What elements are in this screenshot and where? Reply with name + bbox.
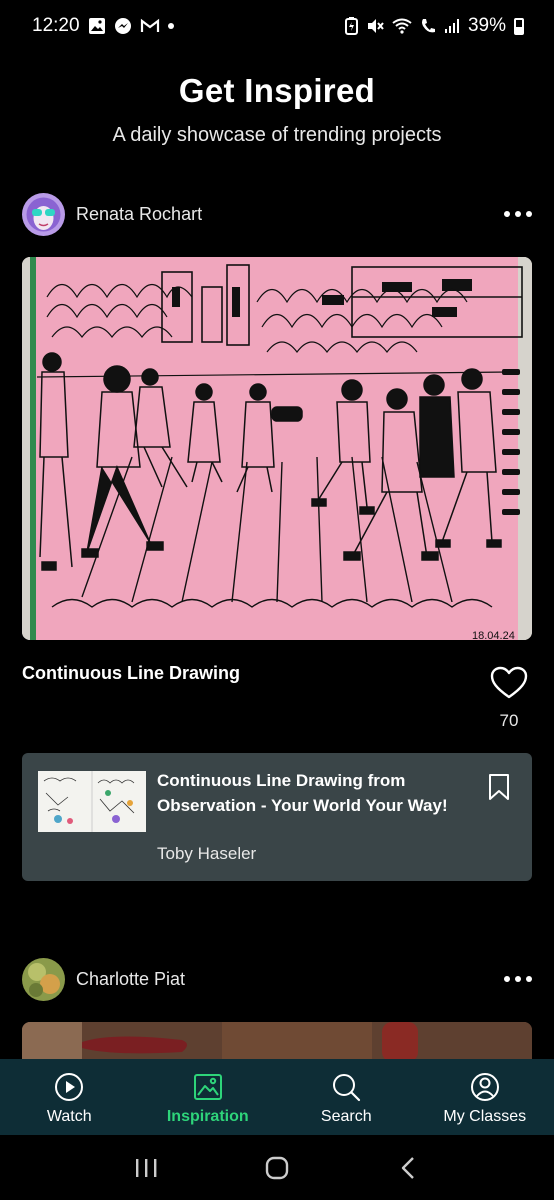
battery-icon <box>514 17 524 35</box>
status-right: 39% <box>344 15 524 37</box>
signal-icon <box>444 19 459 33</box>
page-header: Get Inspired A daily showcase of trendin… <box>0 72 554 147</box>
project-title[interactable]: Continuous Line Drawing <box>22 663 240 684</box>
dot-icon <box>526 211 532 217</box>
artwork-date: 18.04.24 <box>472 630 515 640</box>
author-name[interactable]: Charlotte Piat <box>76 969 185 990</box>
messenger-notification-icon <box>114 18 131 34</box>
status-time: 12:20 <box>32 15 80 36</box>
nav-my-classes[interactable]: My Classes <box>416 1059 554 1135</box>
author-avatar[interactable] <box>22 192 65 236</box>
dot-icon <box>515 976 521 982</box>
class-teacher: Toby Haseler <box>157 844 257 863</box>
battery-percent: 39% <box>467 15 506 36</box>
mute-icon <box>367 19 384 33</box>
gmail-notification-icon <box>140 18 159 32</box>
bookmark-icon <box>489 774 509 800</box>
system-navigation-bar <box>0 1135 554 1200</box>
nav-label: Watch <box>46 1108 92 1125</box>
home-icon <box>265 1156 289 1179</box>
project-artwork-image[interactable]: 18.04.24 <box>22 257 532 640</box>
nav-label: My Classes <box>443 1108 527 1125</box>
image-icon <box>193 1074 222 1100</box>
post-header: Renata Rochart <box>22 192 532 236</box>
search-icon <box>333 1074 361 1102</box>
author-name[interactable]: Renata Rochart <box>76 204 202 225</box>
class-title[interactable]: Continuous Line Drawing from Observation… <box>157 768 457 818</box>
nav-inspiration[interactable]: Inspiration <box>139 1059 278 1135</box>
dot-icon <box>504 976 510 982</box>
battery-saver-icon <box>344 17 358 35</box>
page-title: Get Inspired <box>178 72 376 109</box>
nav-search[interactable]: Search <box>277 1059 416 1135</box>
back-button[interactable] <box>388 1148 428 1188</box>
home-button[interactable] <box>257 1148 297 1188</box>
post-header: Charlotte Piat <box>22 957 532 1001</box>
back-chevron-icon <box>402 1156 415 1179</box>
more-options-button[interactable] <box>504 968 532 990</box>
gallery-notification-icon <box>88 18 105 34</box>
author-avatar[interactable] <box>22 957 65 1001</box>
page-subtitle: A daily showcase of trending projects <box>112 124 442 146</box>
dot-icon <box>515 211 521 217</box>
bookmark-button[interactable] <box>488 773 510 806</box>
project-artwork-image[interactable] <box>22 1022 532 1062</box>
status-bar: 12:20 39% <box>0 0 554 52</box>
dot-icon <box>526 976 532 982</box>
heart-icon <box>490 666 528 699</box>
status-left: 12:20 <box>32 15 174 37</box>
class-card[interactable]: Continuous Line Drawing from Observation… <box>22 753 532 881</box>
dot-icon <box>504 211 510 217</box>
recent-apps-icon <box>135 1158 157 1177</box>
more-options-button[interactable] <box>504 203 532 225</box>
recent-apps-button[interactable] <box>126 1148 166 1188</box>
profile-icon <box>470 1073 499 1101</box>
nav-watch[interactable]: Watch <box>0 1059 139 1135</box>
like-count: 70 <box>499 711 519 730</box>
more-notifications-dot-icon <box>167 23 174 29</box>
nav-label: Inspiration <box>166 1108 249 1125</box>
nav-label: Search <box>320 1108 372 1125</box>
play-icon <box>55 1073 84 1101</box>
wifi-icon <box>392 18 412 34</box>
bottom-navigation: Watch Inspiration Search My Classes <box>0 1059 554 1135</box>
wifi-calling-icon <box>421 19 435 33</box>
like-button[interactable]: 70 <box>486 666 532 731</box>
class-thumbnail <box>38 771 146 832</box>
